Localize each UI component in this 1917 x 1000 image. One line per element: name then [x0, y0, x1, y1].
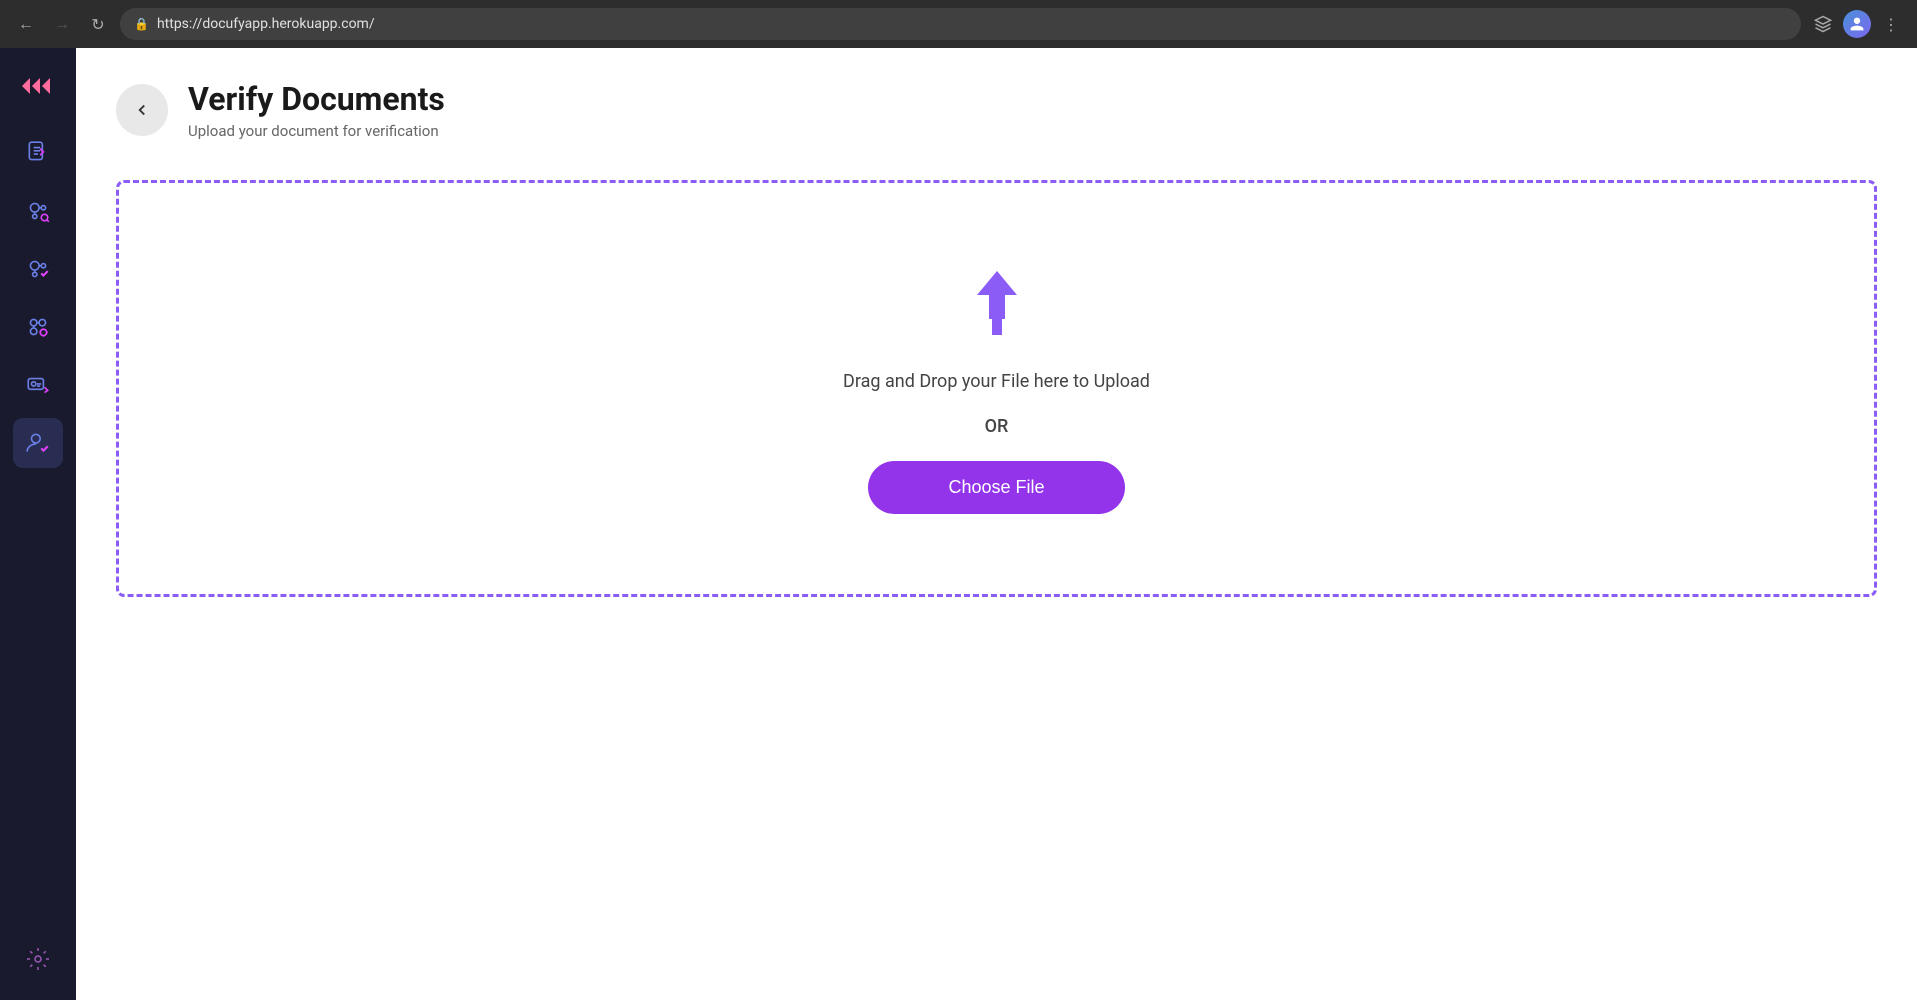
sidebar-item-documents[interactable] — [13, 128, 63, 178]
settings-button[interactable] — [13, 934, 63, 984]
page-header: Verify Documents Upload your document fo… — [116, 80, 1877, 140]
reload-button[interactable]: ↻ — [84, 10, 112, 38]
sidebar-item-verify-check[interactable] — [13, 244, 63, 294]
page-title-group: Verify Documents Upload your document fo… — [188, 80, 445, 140]
upload-icon — [957, 263, 1037, 347]
main-content: Verify Documents Upload your document fo… — [76, 48, 1917, 1000]
back-nav-button[interactable]: ← — [12, 10, 40, 38]
app-layout: Verify Documents Upload your document fo… — [0, 48, 1917, 1000]
page-subtitle: Upload your document for verification — [188, 122, 445, 140]
drag-drop-text: Drag and Drop your File here to Upload — [843, 371, 1150, 392]
sidebar-item-user-check[interactable] — [13, 418, 63, 468]
choose-file-button[interactable]: Choose File — [868, 461, 1124, 514]
browser-chrome: ← → ↻ 🔒 https://docufyapp.herokuapp.com/… — [0, 0, 1917, 48]
forward-nav-button[interactable]: → — [48, 10, 76, 38]
sidebar — [0, 48, 76, 1000]
extensions-button[interactable] — [1809, 10, 1837, 38]
lock-icon: 🔒 — [134, 17, 149, 31]
sidebar-item-network-search[interactable] — [13, 186, 63, 236]
url-text: https://docufyapp.herokuapp.com/ — [157, 16, 375, 32]
back-button[interactable] — [116, 84, 168, 136]
or-text: OR — [985, 416, 1009, 437]
page-title: Verify Documents — [188, 80, 445, 118]
sidebar-logo[interactable] — [16, 64, 60, 108]
url-bar[interactable]: 🔒 https://docufyapp.herokuapp.com/ — [120, 8, 1801, 40]
profile-avatar[interactable] — [1843, 10, 1871, 38]
sidebar-item-id-verify[interactable] — [13, 360, 63, 410]
menu-button[interactable]: ⋮ — [1877, 10, 1905, 38]
sidebar-item-network-cog[interactable] — [13, 302, 63, 352]
browser-actions: ⋮ — [1809, 10, 1905, 38]
upload-dropzone[interactable]: Drag and Drop your File here to Upload O… — [116, 180, 1877, 597]
